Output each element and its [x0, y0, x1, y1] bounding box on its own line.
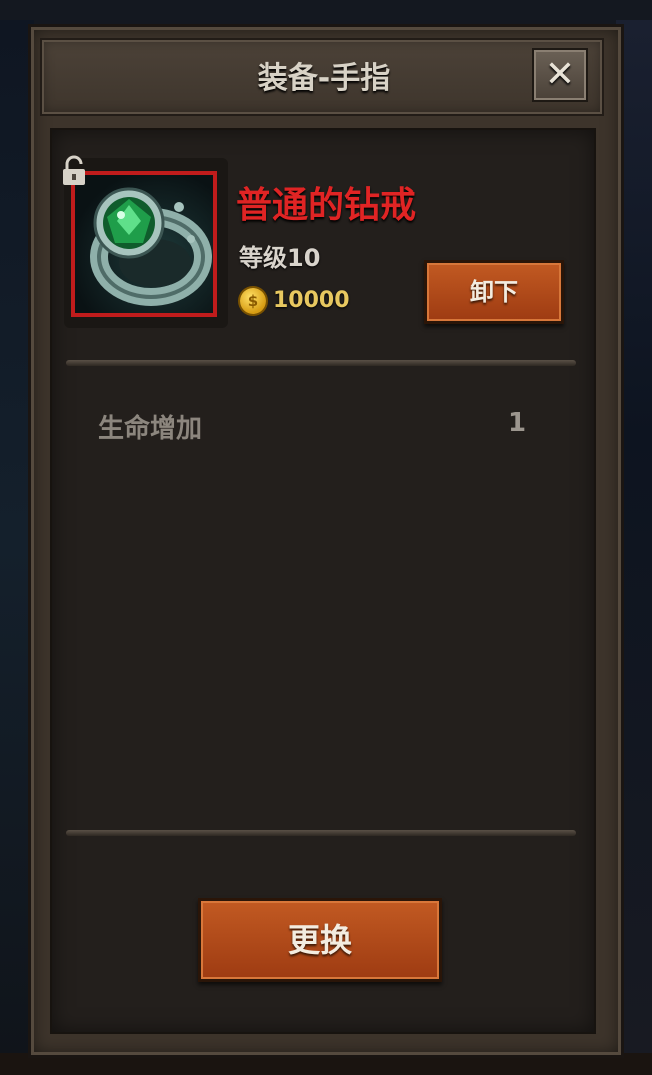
item-name: 普通的钻戒	[236, 185, 417, 226]
background-top	[0, 0, 652, 26]
unequip-button[interactable]: 卸下	[424, 260, 564, 324]
divider	[66, 830, 576, 836]
close-button[interactable]: ✕	[532, 48, 588, 102]
dialog-title-bar: 装备-手指	[40, 38, 604, 116]
dialog-title: 装备-手指	[257, 61, 391, 96]
gold-coin-icon: $	[240, 288, 266, 314]
ring-icon[interactable]	[71, 171, 217, 317]
unlocked-padlock-icon[interactable]	[60, 155, 88, 187]
item-level: 等级10	[239, 244, 321, 272]
divider	[66, 360, 576, 366]
stat-label: 生命增加	[98, 414, 203, 444]
item-price: 10000	[273, 288, 350, 313]
close-icon: ✕	[544, 54, 576, 95]
replace-button[interactable]: 更换	[198, 898, 442, 982]
stat-value: 1	[508, 408, 527, 438]
